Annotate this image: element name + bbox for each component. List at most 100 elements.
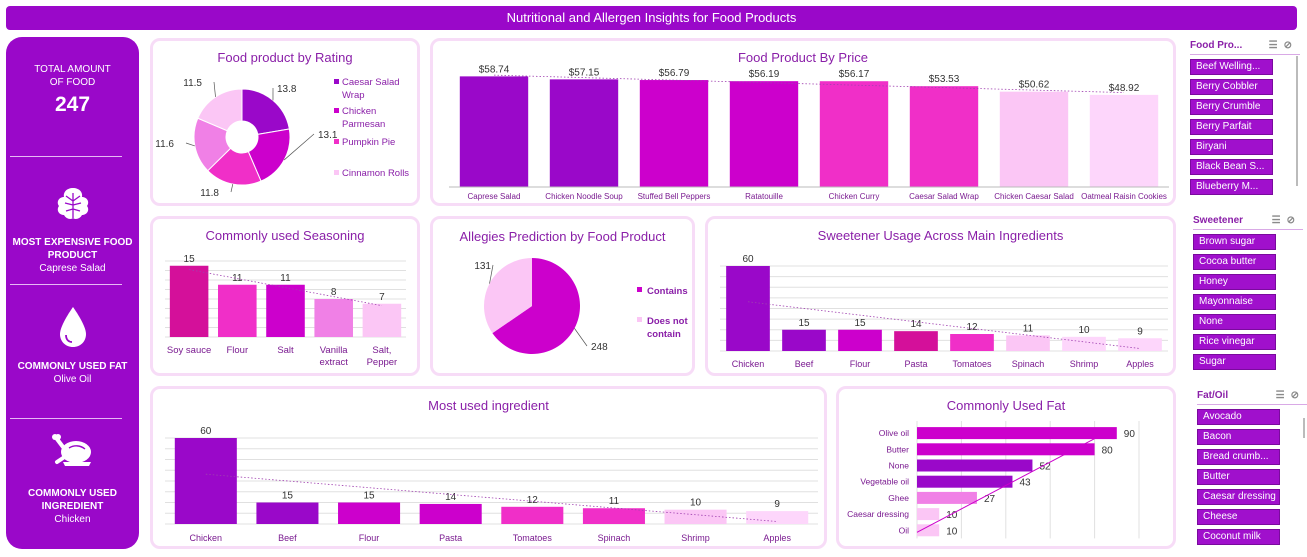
multi-select-icon[interactable]: ☰ — [1269, 40, 1284, 51]
slicer-item[interactable]: Caesar dressing — [1197, 489, 1280, 505]
allergy-pie-chart: 248 131 Contains Does not contain — [474, 258, 688, 354]
category-label: Olive oil — [879, 428, 909, 438]
bar — [909, 86, 979, 187]
data-label: 131 — [474, 261, 491, 272]
category-label: Stuffed Bell Peppers — [638, 192, 711, 201]
multi-select-icon[interactable]: ☰ — [1276, 390, 1291, 401]
data-label: 15 — [854, 318, 866, 329]
ingredient-bar-chart: 60 Chicken 15 Beef 15 Flour 14 Pasta 12 Tomatoes 1… — [165, 426, 818, 543]
slicer-item[interactable]: Beef Welling... — [1190, 59, 1273, 75]
legend-swatch — [334, 170, 339, 175]
data-label: 9 — [774, 499, 780, 510]
kpi-total-value: 247 — [54, 93, 91, 116]
data-label: 14 — [445, 492, 457, 503]
bar — [266, 284, 305, 337]
data-label: 12 — [527, 495, 539, 506]
bar — [501, 506, 564, 524]
fat-bar-chart: Olive oil 90Butter 80None 52Vegetable oil 43… — [847, 421, 1140, 539]
leader-line — [213, 81, 216, 98]
clear-filter-icon[interactable]: ⊘ — [1284, 40, 1298, 51]
slicer-item[interactable]: Berry Parfait — [1190, 119, 1273, 135]
ingredient-chart-card: Most used ingredient 60 Chicken 15 Beef 15 Fl… — [150, 386, 827, 549]
data-label: $57.15 — [569, 67, 600, 78]
data-label: 11.5 — [183, 78, 202, 89]
data-label: $56.19 — [749, 69, 780, 80]
slicer-item[interactable]: Black Bean S... — [1190, 159, 1273, 175]
donut-slice — [241, 88, 290, 135]
rating-donut-chart: 13.813.111.811.611.5 Caesar Salad WrapChic… — [155, 77, 409, 199]
slicer-scrollbar[interactable] — [1296, 56, 1298, 186]
multi-select-icon[interactable]: ☰ — [1272, 215, 1287, 226]
oil-drop-icon — [59, 307, 86, 347]
data-label: 10 — [690, 498, 702, 509]
category-label: Spinach — [598, 533, 631, 543]
legend-label: Chicken Parmesan — [342, 106, 385, 130]
bar — [218, 284, 257, 337]
slicer-item[interactable]: Cocoa butter — [1193, 254, 1276, 270]
clear-filter-icon[interactable]: ⊘ — [1287, 215, 1301, 226]
rating-chart-card: Food product by Rating 13.8 13.1 11.8 11.6 1… — [150, 38, 420, 206]
bar — [1089, 94, 1159, 187]
kpi-fat-label: COMMONLY USED FAT — [17, 361, 128, 372]
category-label: Tomatoes — [952, 359, 992, 369]
food-product-slicer-title: Food Pro... — [1190, 40, 1243, 51]
slicer-item[interactable]: Sugar — [1193, 354, 1276, 370]
bar — [256, 502, 319, 524]
food-product-slicer-items: Beef Welling... Berry Cobbler Berry Crumbl… — [1190, 59, 1300, 195]
bar — [639, 80, 709, 187]
kpi-total: TOTAL AMOUNT OF FOOD 247 — [6, 63, 139, 117]
bar — [169, 265, 209, 337]
slicer-item[interactable]: Blueberry M... — [1190, 179, 1273, 195]
slicer-item[interactable]: Biryani — [1190, 139, 1273, 155]
slicer-item[interactable]: Bread crumb... — [1197, 449, 1280, 465]
slicer-item[interactable]: Honey — [1193, 274, 1276, 290]
category-label: extract — [319, 357, 348, 368]
bar — [459, 76, 529, 187]
legend-label-line: Wrap — [342, 90, 365, 101]
slicer-item[interactable]: Butter — [1197, 469, 1280, 485]
data-label: $50.62 — [1019, 80, 1050, 91]
slicer-item[interactable]: Berry Cobbler — [1190, 79, 1273, 95]
slicer-item[interactable]: None — [1193, 314, 1276, 330]
sweetener-slicer-title: Sweetener — [1193, 215, 1244, 226]
data-label: $58.74 — [479, 64, 510, 75]
kpi-ingredient-label: COMMONLY USED INGREDIENT — [28, 488, 117, 512]
bar — [782, 329, 826, 351]
data-label: 9 — [1137, 326, 1143, 337]
slicer-item[interactable]: Coconut milk — [1197, 529, 1280, 545]
category-label: Shrimp — [1070, 359, 1099, 369]
category-label: Ghee — [888, 493, 909, 503]
legend-swatch — [637, 317, 642, 322]
kpi-total-label: TOTAL AMOUNT OF FOOD — [34, 64, 111, 88]
category-label: Beef — [795, 359, 814, 369]
sweetener-slicer-header: Sweetener ☰⊘ — [1193, 213, 1303, 230]
food-product-slicer: Food Pro... ☰⊘ Beef Welling... Berry Cobb… — [1190, 38, 1300, 195]
legend-label: Contains — [647, 286, 688, 297]
slicer-item[interactable]: Avocado — [1197, 409, 1280, 425]
bar — [314, 299, 353, 337]
allergy-chart-card: Allegies Prediction by Food Product 248 1… — [430, 216, 695, 376]
bar — [917, 459, 1033, 472]
slicer-scrollbar[interactable] — [1303, 418, 1305, 438]
category-label: Chicken Curry — [829, 192, 880, 201]
data-label: 15 — [184, 254, 196, 265]
category-label: Chicken Noodle Soup — [545, 192, 623, 201]
category-label: Pasta — [904, 359, 927, 369]
slicer-toolbar: ☰⊘ — [1269, 38, 1298, 54]
data-label: 15 — [798, 318, 810, 329]
bar — [917, 508, 940, 521]
clear-filter-icon[interactable]: ⊘ — [1291, 390, 1305, 401]
kpi-expensive-label: MOST EXPENSIVE FOOD PRODUCT — [12, 237, 133, 261]
category-label: Chicken — [732, 359, 765, 369]
category-label: Oil — [899, 525, 910, 535]
slicer-item[interactable]: Berry Crumble — [1190, 99, 1273, 115]
slicer-item[interactable]: Bacon — [1197, 429, 1280, 445]
data-label: 14 — [910, 319, 922, 330]
slicer-item[interactable]: Cheese — [1197, 509, 1280, 525]
dashboard-title: Nutritional and Allergen Insights for Fo… — [6, 6, 1297, 30]
slicer-item[interactable]: Rice vinegar — [1193, 334, 1276, 350]
price-bar-chart: $58.74 Caprese Salad $57.15 Chicken Noodle … — [449, 64, 1169, 201]
slicer-item[interactable]: Mayonnaise — [1193, 294, 1276, 310]
legend-label-line: Pumpkin Pie — [342, 137, 395, 148]
slicer-item[interactable]: Brown sugar — [1193, 234, 1276, 250]
